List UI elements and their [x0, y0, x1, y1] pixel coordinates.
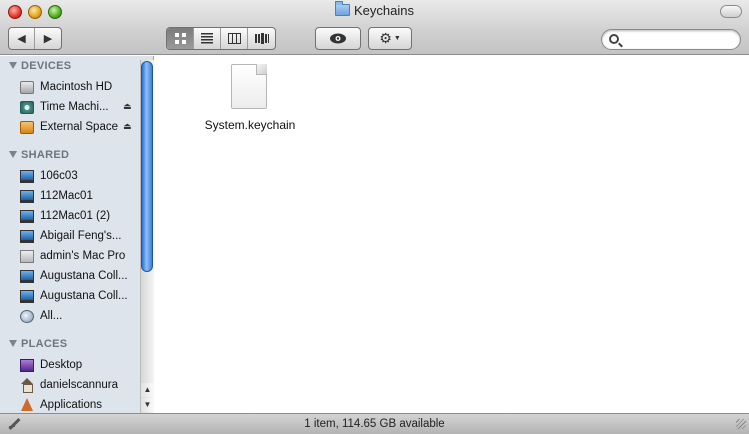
list-view-icon [201, 33, 213, 44]
sidebar-item-shared-all[interactable]: All... [20, 307, 140, 325]
icon-view-icon [174, 33, 186, 44]
sidebar-scrollbar-thumb[interactable] [141, 61, 153, 272]
sidebar-section-devices[interactable]: DEVICES [9, 60, 71, 72]
sidebar-section-places[interactable]: PLACES [9, 338, 67, 350]
sidebar-item-home[interactable]: danielscannura [20, 376, 140, 394]
sidebar-item-shared-computer[interactable]: 112Mac01 [20, 187, 140, 205]
column-view-icon [227, 33, 241, 44]
scroll-down-button[interactable]: ▼ [140, 398, 154, 412]
toolbar: Keychains ◀ ▶ ⚙ ▼ [0, 0, 749, 55]
network-icon [20, 309, 34, 323]
file-name: System.keychain [204, 118, 296, 132]
computer-icon [20, 189, 34, 203]
sidebar-item-shared-computer[interactable]: Augustana Coll... [20, 287, 140, 305]
eject-icon[interactable]: ⏏ [123, 101, 132, 112]
disclosure-triangle-icon [9, 62, 17, 69]
scroll-up-button[interactable]: ▲ [140, 383, 154, 397]
sidebar-section-shared[interactable]: SHARED [9, 149, 69, 161]
icon-view-button[interactable] [167, 28, 194, 49]
search-field[interactable] [601, 29, 741, 50]
eye-icon [330, 33, 346, 44]
sidebar-item-desktop[interactable]: Desktop [20, 356, 140, 374]
back-forward-control: ◀ ▶ [8, 27, 62, 50]
sidebar-item-shared-computer[interactable]: 106c03 [20, 167, 140, 185]
computer-icon [20, 269, 34, 283]
computer-icon [20, 229, 34, 243]
coverflow-view-icon [254, 33, 269, 44]
computer-icon [20, 289, 34, 303]
sidebar-item-shared-computer[interactable]: Augustana Coll... [20, 267, 140, 285]
desktop-icon [20, 358, 34, 372]
file-browser-content[interactable] [155, 56, 749, 413]
list-view-button[interactable] [194, 28, 221, 49]
sidebar-item-applications[interactable]: Applications [20, 396, 140, 413]
coverflow-view-button[interactable] [248, 28, 275, 49]
triangle-right-icon: ▶ [43, 33, 53, 45]
resize-grip[interactable] [736, 419, 746, 429]
view-mode-control [166, 27, 276, 50]
quick-look-button[interactable] [316, 28, 360, 49]
status-bar: 1 item, 114.65 GB available [0, 413, 749, 434]
gear-icon: ⚙ [379, 30, 392, 46]
external-drive-icon [20, 120, 34, 134]
quick-look-control [315, 27, 361, 50]
action-menu-button[interactable]: ⚙ ▼ [369, 28, 411, 49]
folder-icon [335, 1, 350, 16]
triangle-left-icon: ◀ [17, 33, 26, 45]
triangle-up-icon: ▲ [143, 385, 152, 394]
forward-button[interactable]: ▶ [35, 28, 61, 49]
disclosure-triangle-icon [9, 151, 17, 158]
sidebar-item-time-machine[interactable]: Time Machi... [20, 98, 140, 116]
document-fold [256, 64, 267, 75]
sidebar-item-shared-computer[interactable]: 112Mac01 (2) [20, 207, 140, 225]
applications-icon [20, 398, 34, 412]
time-machine-icon [20, 100, 34, 114]
disclosure-triangle-icon [9, 340, 17, 347]
search-input[interactable] [624, 32, 734, 47]
action-menu-control: ⚙ ▼ [368, 27, 412, 50]
hard-drive-icon [20, 80, 34, 94]
window-title: Keychains [354, 3, 414, 18]
home-icon [20, 378, 34, 393]
computer-icon [20, 169, 34, 183]
chevron-down-icon: ▼ [393, 35, 401, 42]
window-title-area: Keychains [0, 1, 749, 18]
eject-icon[interactable]: ⏏ [123, 121, 132, 132]
sidebar-item-shared-mac-pro[interactable]: admin's Mac Pro [20, 247, 140, 265]
status-text: 1 item, 114.65 GB available [304, 418, 445, 430]
sidebar: DEVICES Macintosh HD Time Machi... ⏏ Ext… [0, 56, 154, 413]
computer-icon [20, 209, 34, 223]
triangle-down-icon: ▼ [143, 400, 152, 409]
sidebar-item-shared-computer[interactable]: Abigail Feng's... [20, 227, 140, 245]
mac-pro-icon [20, 249, 34, 263]
column-view-button[interactable] [221, 28, 248, 49]
sidebar-item-macintosh-hd[interactable]: Macintosh HD [20, 78, 140, 96]
back-button[interactable]: ◀ [9, 28, 35, 49]
sidebar-item-external-space[interactable]: External Space [20, 118, 140, 136]
toolbar-toggle-button[interactable] [720, 5, 742, 18]
search-icon [609, 34, 619, 44]
